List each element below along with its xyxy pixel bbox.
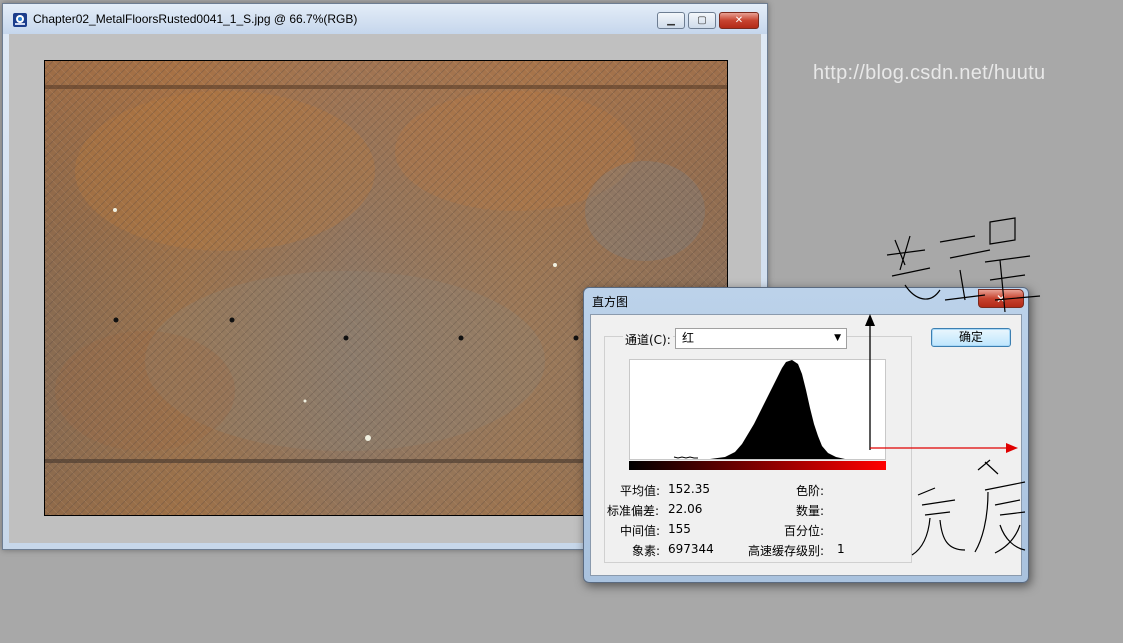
handwriting-strokes-bottom <box>911 459 1026 556</box>
handwriting-strokes-top <box>886 217 1041 313</box>
arrow-right-icon <box>1006 443 1018 453</box>
arrow-up-icon <box>865 314 875 326</box>
handwritten-annotations <box>865 217 1041 556</box>
